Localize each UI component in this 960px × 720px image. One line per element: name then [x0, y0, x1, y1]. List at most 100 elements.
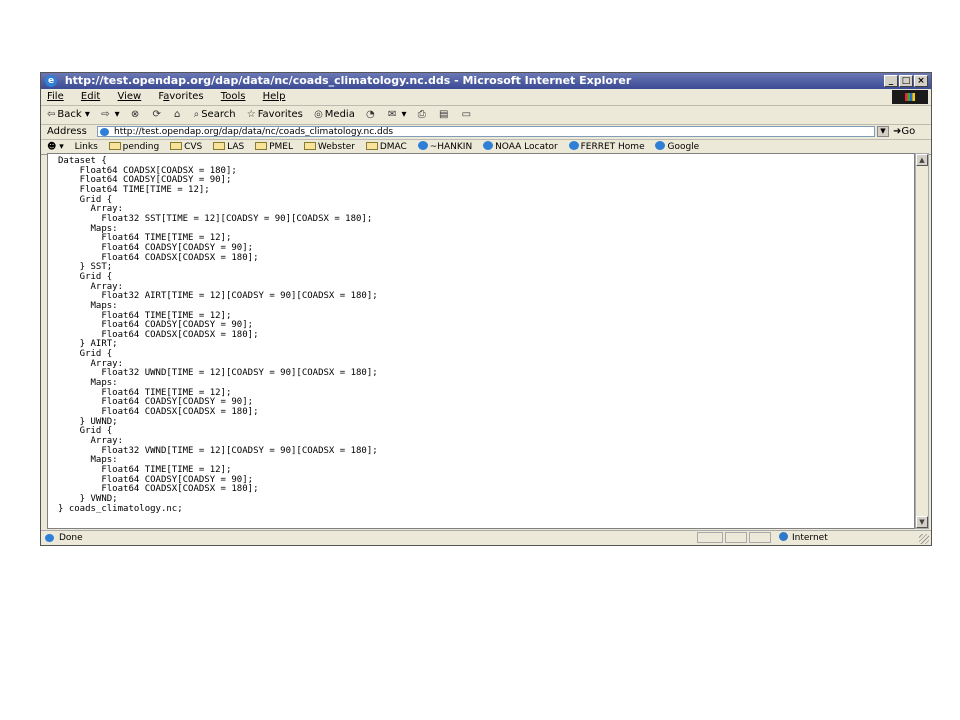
menu-file[interactable]: File [47, 91, 64, 102]
link-pending-label: pending [122, 142, 160, 152]
dds-document-text: Dataset { Float64 COADSX[COADSX = 180]; … [48, 154, 914, 514]
address-input[interactable]: http://test.opendap.org/dap/data/nc/coad… [97, 126, 875, 137]
edit-button[interactable]: ▤ [439, 106, 450, 124]
print-button[interactable]: ⎙ [418, 106, 428, 124]
status-panel [749, 532, 771, 543]
history-button[interactable]: ◔ [366, 106, 377, 124]
link-pmel[interactable]: PMEL [255, 140, 293, 154]
links-label: Links [74, 142, 98, 152]
dds-line: Array: [58, 204, 124, 215]
media-icon: ◎ [314, 109, 323, 120]
mail-dropdown-icon[interactable]: ▾ [402, 109, 407, 120]
page-icon [568, 141, 579, 150]
dds-line: Float32 UWND[TIME = 12][COADSY = 90][COA… [58, 368, 378, 379]
media-button[interactable]: ◎ Media [314, 106, 355, 124]
menu-view-label: View [117, 91, 142, 102]
menu-tools[interactable]: Tools [221, 91, 246, 102]
links-menu-icon[interactable]: ☻ ▾ [47, 140, 64, 154]
menu-tools-label: Tools [220, 91, 246, 102]
media-label: Media [324, 109, 355, 120]
back-arrow-icon: ⇦ [47, 109, 56, 120]
menu-edit-label: Edit [80, 91, 101, 102]
dds-line: } UWND; [58, 416, 118, 427]
title-bar[interactable]: e http://test.opendap.org/dap/data/nc/co… [41, 73, 931, 89]
discuss-icon: ▭ [461, 109, 472, 120]
dds-line: Grid { [58, 194, 113, 205]
close-button[interactable]: × [914, 75, 928, 87]
stop-button[interactable]: ⊗ [131, 106, 141, 124]
dds-line: Float32 VWND[TIME = 12][COADSY = 90][COA… [58, 445, 378, 456]
link-noaa-locator[interactable]: NOAA Locator [483, 140, 558, 154]
link-cvs-label: CVS [184, 142, 203, 152]
menu-help[interactable]: Help [263, 91, 286, 102]
menu-edit[interactable]: Edit [81, 91, 100, 102]
folder-icon [170, 142, 183, 150]
page-status-icon [45, 534, 54, 542]
print-icon: ⎙ [417, 109, 426, 120]
refresh-button[interactable]: ⟳ [152, 106, 162, 124]
dds-line: Maps: [58, 223, 118, 234]
dds-line: Grid { [58, 349, 113, 360]
address-dropdown-icon[interactable]: ▼ [877, 126, 889, 137]
back-button[interactable]: ⇦ Back ▾ [47, 106, 90, 124]
folder-icon [255, 142, 268, 150]
link-las[interactable]: LAS [213, 140, 244, 154]
dds-line: Float64 COADSX[COADSX = 180]; [58, 165, 237, 176]
discuss-button[interactable]: ▭ [462, 106, 473, 124]
dds-line: Array: [58, 281, 124, 292]
dds-line: Float64 COADSY[COADSY = 90]; [58, 242, 254, 253]
dds-line: Maps: [58, 300, 118, 311]
home-button[interactable]: ⌂ [174, 106, 182, 124]
scroll-down-icon[interactable]: ▼ [916, 516, 928, 528]
window-title: http://test.opendap.org/dap/data/nc/coad… [64, 74, 632, 87]
forward-arrow-icon: ⇨ [101, 109, 110, 120]
link-webster[interactable]: Webster [303, 140, 355, 154]
link-pmel-label: PMEL [269, 142, 294, 152]
link-ferret-home[interactable]: FERRET Home [568, 140, 645, 154]
dds-line: Float32 SST[TIME = 12][COADSY = 90][COAD… [58, 213, 373, 224]
link-pending[interactable]: pending [108, 140, 160, 154]
favorites-button[interactable]: ☆ Favorites [247, 106, 303, 124]
link-dmac[interactable]: DMAC [365, 140, 407, 154]
address-label: Address [47, 126, 87, 137]
search-label: Search [201, 109, 236, 120]
link-google[interactable]: Google [655, 140, 699, 154]
scroll-up-icon[interactable]: ▲ [916, 154, 928, 166]
folder-icon [108, 142, 121, 150]
favorites-icon: ☆ [246, 109, 256, 120]
back-dropdown-icon[interactable]: ▾ [85, 109, 90, 120]
search-button[interactable]: ⌕ Search [194, 106, 236, 124]
stop-icon: ⊗ [130, 109, 140, 120]
status-panel [697, 532, 723, 543]
standard-toolbar: ⇦ Back ▾ ⇨ ▾ ⊗ ⟳ ⌂ ⌕ Search ☆ Favorites ◎ Me… [41, 106, 931, 125]
maximize-button[interactable]: □ [899, 75, 913, 87]
dds-line: Array: [58, 358, 124, 369]
menu-view[interactable]: View [117, 91, 141, 102]
forward-dropdown-icon[interactable]: ▾ [115, 109, 120, 120]
status-text: Done [59, 533, 83, 543]
menu-bar: File Edit View Favorites Tools Help [41, 89, 931, 106]
dds-line: Float64 COADSX[COADSX = 180]; [58, 252, 259, 263]
resize-grip-icon[interactable] [919, 534, 929, 544]
menu-favorites[interactable]: Favorites [158, 91, 203, 102]
minimize-button[interactable]: _ [884, 75, 898, 87]
globe-icon [779, 532, 788, 541]
dds-line: Float32 AIRT[TIME = 12][COADSY = 90][COA… [58, 291, 378, 302]
ie-logo-icon: e [45, 75, 57, 87]
status-panel [725, 532, 747, 543]
forward-button[interactable]: ⇨ ▾ [101, 106, 120, 124]
vertical-scrollbar[interactable]: ▲ ▼ [915, 153, 929, 529]
go-button[interactable]: ➜Go [893, 125, 915, 139]
link-cvs[interactable]: CVS [170, 140, 202, 154]
refresh-icon: ⟳ [152, 109, 161, 120]
link-google-label: Google [667, 142, 700, 152]
dds-line: Float64 COADSY[COADSY = 90]; [58, 175, 232, 186]
history-icon: ◔ [366, 109, 375, 120]
link-las-label: LAS [227, 142, 245, 152]
dds-line: Float64 COADSY[COADSY = 90]; [58, 320, 254, 331]
dds-line: Array: [58, 436, 124, 447]
mail-button[interactable]: ✉ ▾ [388, 106, 407, 124]
dds-line: Float64 TIME[TIME = 12]; [58, 387, 232, 398]
page-content[interactable]: Dataset { Float64 COADSX[COADSX = 180]; … [47, 153, 915, 529]
link-hankin[interactable]: ~HANKIN [417, 140, 472, 154]
